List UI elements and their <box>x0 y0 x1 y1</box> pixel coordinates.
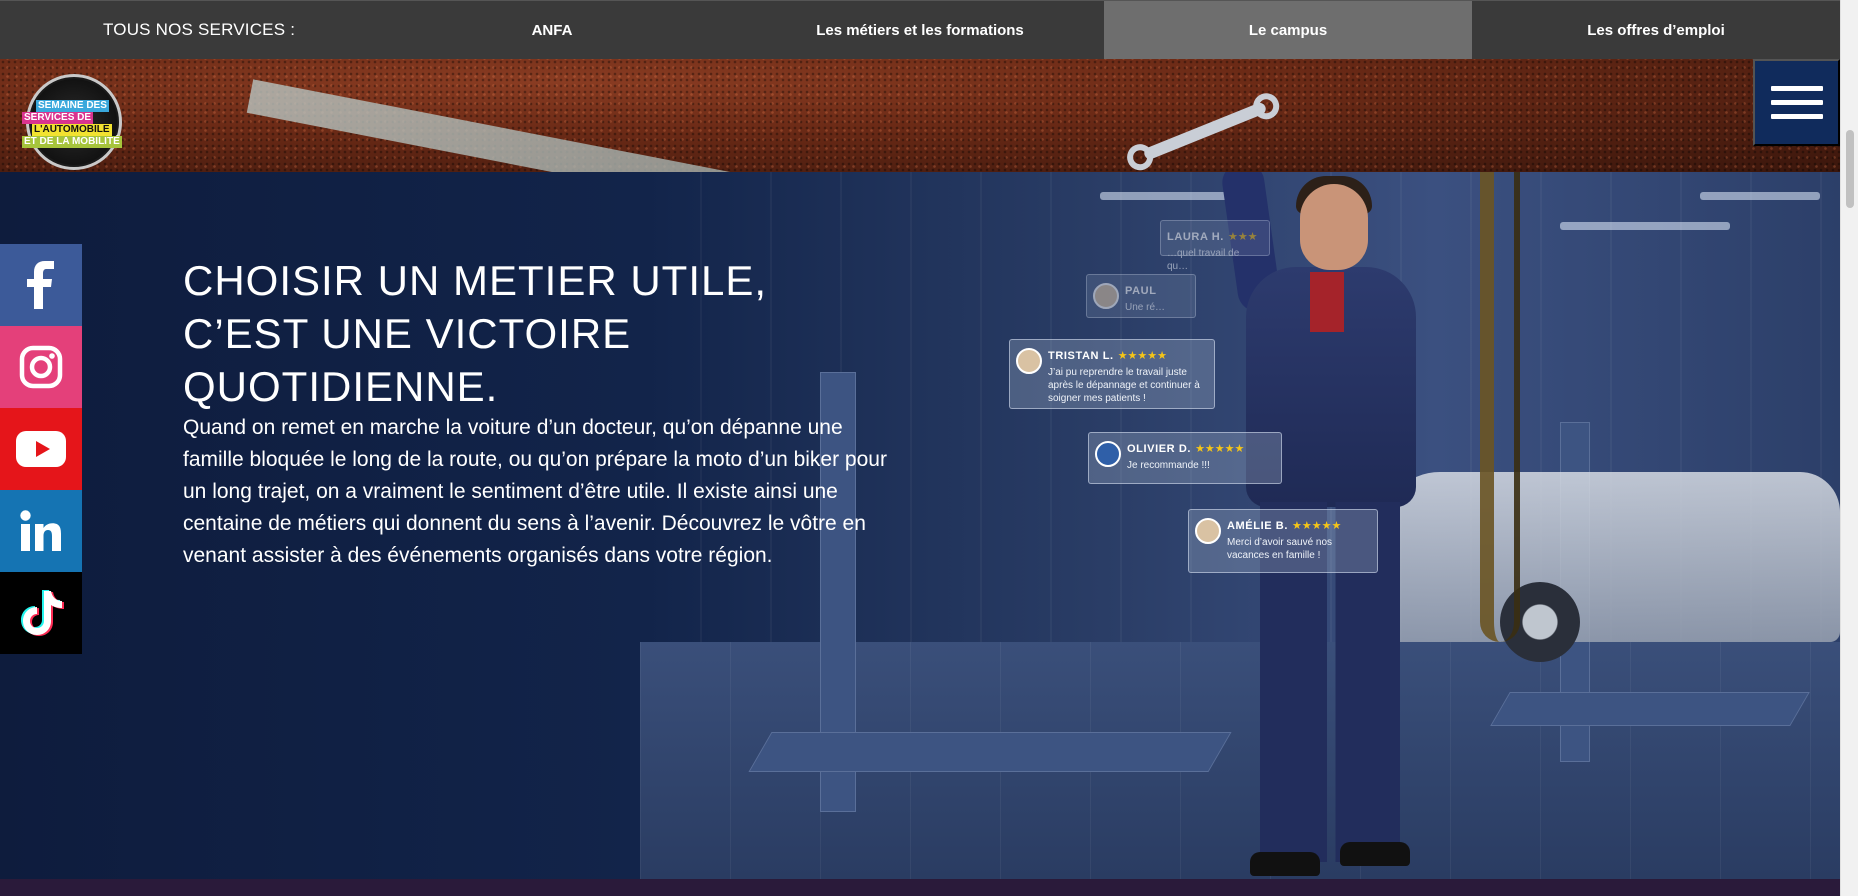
review-name: AMÉLIE B. <box>1227 520 1289 532</box>
instagram-icon <box>19 345 63 389</box>
review-card: LAURA H. ★★★ …quel travail de qu… <box>1160 220 1270 272</box>
mechanic-boot <box>1250 852 1320 876</box>
logo-line-2: SERVICES DE <box>22 112 94 124</box>
linkedin-icon <box>20 510 61 551</box>
avatar <box>1093 283 1119 309</box>
review-stars: ★★★★★ <box>1195 443 1245 455</box>
review-name: LAURA H. <box>1167 231 1224 243</box>
avatar <box>1016 348 1042 374</box>
logo-line-3: L'AUTOMOBILE <box>32 124 112 136</box>
youtube-icon <box>16 431 66 467</box>
services-title: TOUS NOS SERVICES : <box>103 20 296 39</box>
hamburger-menu-button[interactable] <box>1753 59 1840 146</box>
tiktok-icon <box>21 590 64 636</box>
hamburger-menu-icon <box>1770 114 1823 119</box>
track-line <box>246 79 961 172</box>
lift-ramp <box>1490 692 1810 726</box>
hero-body-text: Quand on remet en marche la voiture d’un… <box>183 416 887 567</box>
page: TOUS NOS SERVICES : ANFA Les métiers et … <box>0 0 1858 896</box>
mechanic-boot <box>1340 842 1410 866</box>
review-stars: ★★★ <box>1227 231 1258 243</box>
linkedin-link[interactable] <box>0 490 82 572</box>
youtube-link[interactable] <box>0 408 82 490</box>
nav-item-campus[interactable]: Le campus <box>1104 1 1472 59</box>
review-name: OLIVIER D. <box>1127 443 1192 455</box>
review-text: J’ai pu reprendre le travail juste après… <box>1048 367 1200 404</box>
review-card: AMÉLIE B. ★★★★★ Merci d’avoir sauvé nos v… <box>1188 509 1378 573</box>
page-scrollbar[interactable] <box>1840 0 1858 896</box>
mechanic-shirt <box>1310 272 1344 332</box>
scrollbar-thumb[interactable] <box>1846 130 1854 208</box>
review-stars: ★★★★★ <box>1292 520 1342 532</box>
instagram-link[interactable] <box>0 326 82 408</box>
review-text: Je recommande !!! <box>1127 460 1210 471</box>
services-navbar: TOUS NOS SERVICES : ANFA Les métiers et … <box>0 0 1840 59</box>
tiktok-link[interactable] <box>0 572 82 654</box>
hamburger-menu-icon <box>1770 86 1823 91</box>
social-sidebar <box>0 244 82 654</box>
logo-line-4: ET DE LA MOBILITÉ <box>22 136 122 148</box>
review-name: TRISTAN L. <box>1048 350 1114 362</box>
car-image <box>1380 472 1840 642</box>
mechanic-head <box>1300 184 1368 270</box>
exhaust-hose <box>1480 172 1520 642</box>
review-text: Merci d’avoir sauvé nos vacances en fami… <box>1227 537 1333 561</box>
review-stars: ★★★★★ <box>1117 350 1167 362</box>
nav-item-anfa[interactable]: ANFA <box>368 1 736 59</box>
facebook-link[interactable] <box>0 244 82 326</box>
site-logo[interactable]: SEMAINE DES SERVICES DE L'AUTOMOBILE ET … <box>22 72 128 178</box>
avatar <box>1095 441 1121 467</box>
review-card: OLIVIER D. ★★★★★ Je recommande !!! <box>1088 432 1282 484</box>
avatar <box>1195 518 1221 544</box>
logo-text: SEMAINE DES SERVICES DE L'AUTOMOBILE ET … <box>22 100 128 148</box>
ceiling-light <box>1560 222 1730 230</box>
nav-item-metiers-formations[interactable]: Les métiers et les formations <box>736 1 1104 59</box>
logo-line-1: SEMAINE DES <box>36 100 109 112</box>
next-section-edge <box>0 879 1840 896</box>
review-text: …quel travail de qu… <box>1167 248 1240 272</box>
review-card: TRISTAN L. ★★★★★ J’ai pu reprendre le tra… <box>1009 339 1215 409</box>
review-text: Une ré… <box>1125 302 1166 313</box>
ceiling-light <box>1700 192 1820 200</box>
review-card: PAUL Une ré… <box>1086 274 1196 318</box>
hero-headline: CHOISIR UN METIER UTILE, C’EST UNE VICTO… <box>183 257 768 410</box>
facebook-icon <box>27 261 54 309</box>
hamburger-menu-icon <box>1770 100 1823 105</box>
nav-item-offres-emploi[interactable]: Les offres d’emploi <box>1472 1 1840 59</box>
review-name: PAUL <box>1125 285 1157 297</box>
hero-strip-image <box>0 59 1840 172</box>
